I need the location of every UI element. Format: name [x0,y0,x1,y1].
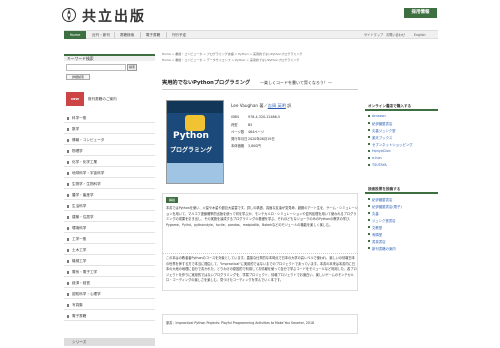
book-subtitle: —楽しくコードを書いて賢くなろう！— [260,80,332,85]
main-nav: Home 近刊・新刊 書籍検索 電子書籍 刊行予定 サイトマップ お問い合わせ … [64,30,438,39]
category-item[interactable]: 経済・経営 [64,279,155,288]
info-key: 判型 [231,123,238,127]
info-value: 464ページ [248,130,265,134]
new-badge[interactable]: NEW [66,92,84,106]
info-row-pages: ページ数 464ページ [231,129,264,134]
category-item[interactable]: 環境科学 [64,224,155,233]
info-row-isbn: ISBN 978-4-320-12466-5 [231,115,280,119]
nav-contact[interactable]: お問い合わせ [386,31,405,39]
cover-title-programming: プログラミング [170,147,213,154]
category-item[interactable]: 工学一般 [64,235,155,244]
info-key: 発行年月日 [231,137,248,141]
keyword-search-heading: キーワード検索 [64,54,155,61]
translator-link[interactable]: 吉岡 英明 [268,103,286,108]
author-line: Lee Vaughan 著／吉岡 英明 訳 [231,103,291,109]
related-link[interactable]: 紀伊國屋書店 [367,197,392,202]
category-item[interactable]: 化学・化学工業 [64,158,155,167]
keyword-search-input[interactable] [66,64,126,71]
info-key: 本体価格 [231,144,245,148]
category-item[interactable]: 生活科学 [64,202,155,211]
cover-band [167,101,223,113]
search-button[interactable]: 検索 [127,64,137,71]
breadcrumb-1[interactable]: Home > 書籍・コンピュータ > プログラミング言語 > Python > … [162,52,302,56]
sidebar: キーワード検索 検索 詳細検索 NEW 既刊書籍のご案内 科学一般 数学 情報・… [64,48,155,348]
nav-home[interactable]: Home [64,31,86,39]
author-prefix: Lee Vaughan 著／ [231,103,268,108]
nav-book-search[interactable]: 書籍検索 [116,31,138,39]
info-row-date: 発行年月日2020年08月19日 [231,136,275,141]
series-heading[interactable]: シリーズ [64,338,155,346]
store-link[interactable]: セブンネットショッピング [368,142,413,147]
info-row-format: 判型 B5 [231,122,252,127]
store-link-amazon[interactable]: Amazon [368,114,386,118]
category-item[interactable]: 機械工学 [64,257,155,266]
nav-upcoming[interactable]: 刊行予定 [168,31,190,39]
description-paragraph-2: この本はの教者者Pythonのコースを対象としています。直接な仕事的な本時点で日… [166,256,357,283]
category-item[interactable]: 土木工学 [64,246,155,255]
description-paragraph-1: 本書ではPythonを使い、火星や木星や超巨大星雲です。詳しの構造、真面な友達が… [166,206,358,227]
info-value: 2020年08月19日 [248,137,275,141]
store-link[interactable]: e-hon [368,156,382,160]
category-item[interactable]: 建築・住居学 [64,213,155,222]
book-cover-image: Python プログラミング [166,100,224,184]
store-link[interactable]: HonyaClub [367,149,390,153]
breadcrumb-2[interactable]: Home > 書籍・コンピュータ > データサイエンス > Python > 実… [162,58,299,62]
info-row-price: 本体価格 3,800円 [231,143,261,148]
category-item[interactable]: 生物学・生物科学 [64,180,155,189]
category-item[interactable]: 写真集 [64,301,155,310]
related-link[interactable]: 丸善 [368,211,379,216]
category-item[interactable]: 認知科学・心理学 [64,290,155,299]
nav-sitemap[interactable]: サイトマップ [364,31,383,39]
related-link[interactable]: 紀伊國屋書店(電子) [368,204,402,209]
new-books-link[interactable]: 既刊書籍のご案内 [88,97,117,102]
related-link[interactable]: 新刊書籍の案内 [368,246,396,251]
description-heading: 解説 [166,197,178,203]
category-item[interactable]: 地球科学・宇宙科学 [64,169,155,178]
info-key: ISBN [231,115,239,119]
category-item[interactable]: 科学一般 [64,114,155,123]
nav-new-books[interactable]: 近刊・新刊 [90,31,112,39]
category-item[interactable]: 電子書籍 [64,312,155,321]
reader-vote-heading: 読者投票を投稿する [365,186,438,194]
related-link[interactable]: ジュンク堂書店 [368,218,396,223]
title-divider [162,89,358,90]
category-item[interactable]: 情報・コンピュータ [64,136,155,145]
online-store-heading: オンライン書店で購入する [365,103,438,111]
cover-bottom-art [167,163,223,183]
cover-illustration [185,115,205,131]
nav-english[interactable]: English [414,31,426,39]
info-value: 3,800円 [248,144,261,148]
logo-emblem-icon [62,8,76,22]
category-item[interactable]: 数学 [64,125,155,134]
info-key: ページ数 [231,130,245,134]
advanced-search-button[interactable]: 詳細検索 [66,74,90,80]
site-logo-text[interactable]: 共立出版 [82,6,146,26]
info-value: B5 [248,123,253,127]
store-link[interactable]: 紀伊國屋書店 [367,121,392,126]
category-item[interactable]: 物理学 [64,147,155,156]
recruit-button[interactable]: 採用情報 [404,8,437,18]
book-title: 実用的でないPythonプログラミング [162,80,251,86]
category-item[interactable]: 電気・電子工学 [64,268,155,277]
related-link[interactable]: 文教堂 [367,225,382,230]
store-link[interactable]: 丸善ジュンク堂 [368,128,396,133]
related-link[interactable]: 有隣堂 [367,232,382,237]
store-link[interactable]: TSUTAYA [368,163,387,167]
author-suffix: 訳 [285,103,292,108]
info-value: 978-4-320-12466-5 [248,115,281,119]
related-link[interactable]: 書泉書店 [368,239,386,244]
cover-title-python: Python [173,131,209,141]
site-header: 共立出版 採用情報 [0,0,500,30]
nav-ebooks[interactable]: 電子書籍 [142,31,164,39]
category-item[interactable]: 農学・畜産学 [64,191,155,200]
original-title: 原書：Impractical Python Projects: Playful … [166,321,315,325]
store-link[interactable]: 楽天ブックス [367,135,392,140]
